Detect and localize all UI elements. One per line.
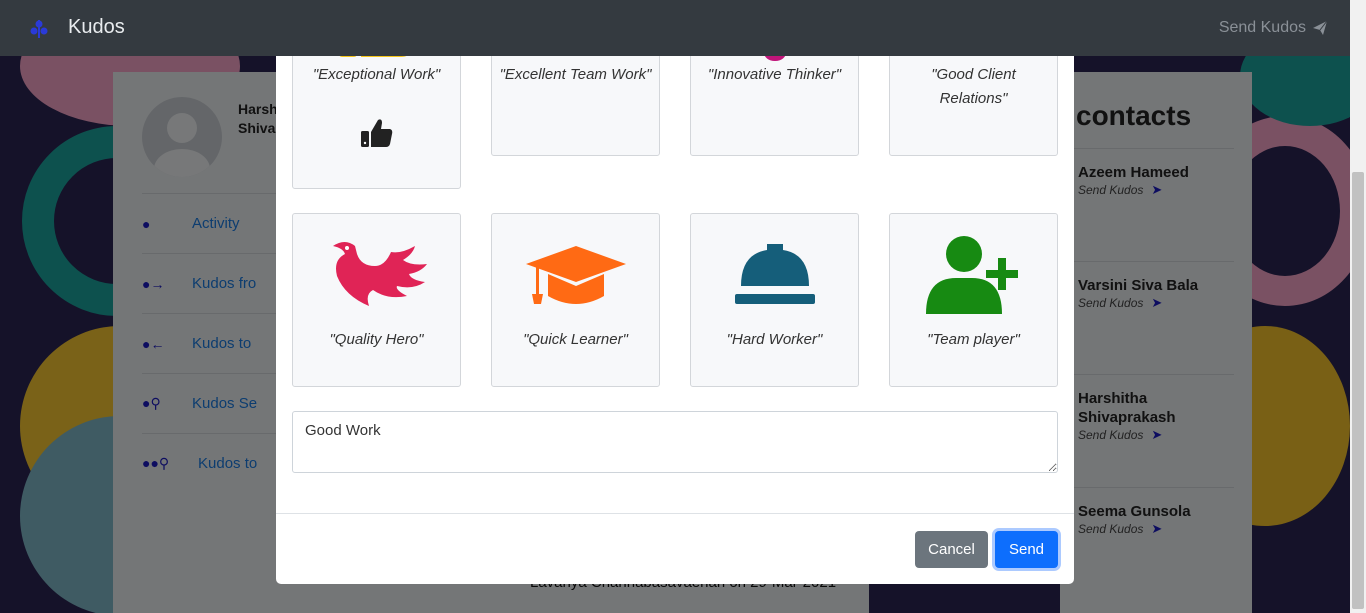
brand-title[interactable]: Kudos [68, 16, 125, 39]
graduation-cap-icon [525, 246, 626, 304]
hard-hat-icon [734, 244, 815, 304]
badge-label: "Excellent Team Work" [499, 66, 652, 83]
badge-label: "Quick Learner" [523, 331, 628, 348]
top-navbar: Kudos Send Kudos [0, 0, 1350, 56]
badge-card-quality-hero[interactable]: "Quality Hero" [292, 213, 461, 387]
selected-thumbs-up-icon [361, 119, 393, 147]
send-button[interactable]: Send [995, 531, 1058, 568]
nav-send-kudos-label: Send Kudos [1218, 19, 1306, 36]
badge-label: "Innovative Thinker" [707, 66, 842, 83]
paper-plane-icon [1313, 20, 1328, 35]
badge-label: "Good Client Relations" [931, 66, 1016, 107]
cancel-button[interactable]: Cancel [915, 531, 988, 568]
badge-card-quick-learner[interactable]: "Quick Learner" [491, 213, 660, 387]
phoenix-icon [332, 242, 427, 306]
modal-footer-divider [276, 513, 1074, 514]
scrollbar-thumb[interactable] [1352, 172, 1364, 609]
user-plus-icon [925, 236, 1018, 314]
badge-card-team-player[interactable]: "Team player" [889, 213, 1058, 387]
badge-label: "Team player" [927, 331, 1020, 348]
nav-send-kudos-link[interactable]: Send Kudos [1219, 19, 1328, 37]
badge-card-hard-worker[interactable]: "Hard Worker" [690, 213, 859, 387]
brand-logo-icon[interactable] [28, 16, 50, 40]
kudos-message-input[interactable]: Good Work [292, 411, 1058, 473]
badge-label: "Exceptional Work" [312, 66, 441, 83]
badge-label: "Quality Hero" [329, 331, 424, 348]
badge-label: "Hard Worker" [726, 331, 823, 348]
